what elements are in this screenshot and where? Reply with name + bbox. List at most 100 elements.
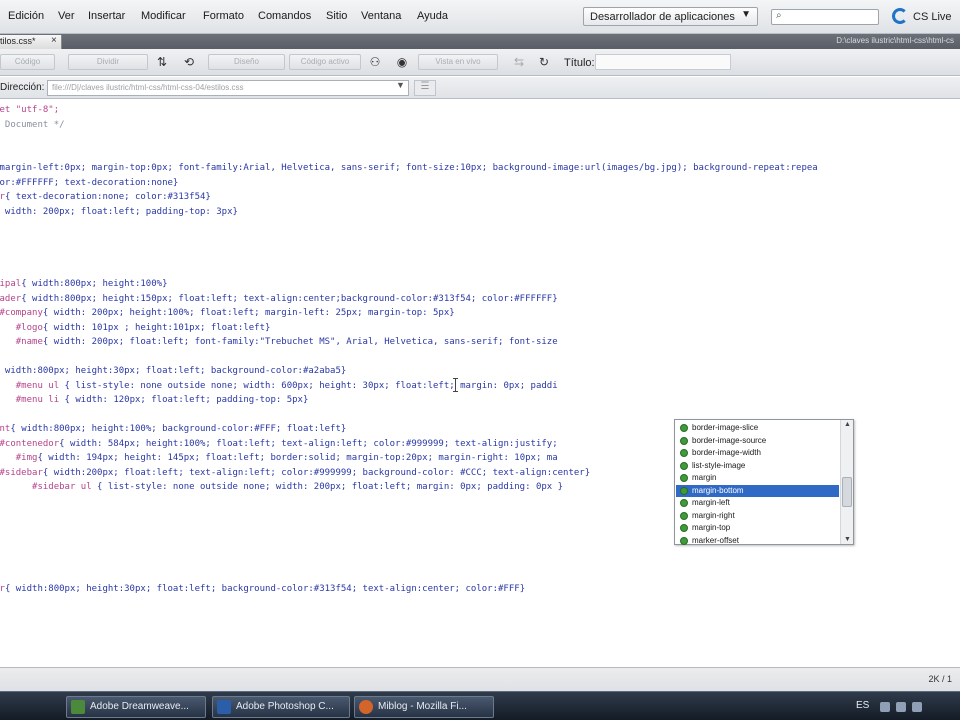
css-declarations: { width: 101px ; height:101px; float:lef… bbox=[42, 322, 271, 333]
css-property-icon bbox=[680, 461, 688, 470]
network-icon[interactable] bbox=[880, 702, 890, 712]
css-property-icon bbox=[680, 536, 688, 545]
css-declarations: { width:800px; height:30px; float:left; … bbox=[0, 366, 347, 376]
code-hint-label: border-image-source bbox=[692, 435, 767, 445]
address-options-button[interactable]: ☰ bbox=[414, 80, 436, 96]
code-hint-item[interactable]: margin-bottom bbox=[676, 484, 839, 497]
preview-icon[interactable]: ◉ bbox=[393, 54, 411, 70]
cs-live-button[interactable]: CS Live bbox=[892, 8, 952, 26]
code-hint-label: margin-bottom bbox=[692, 485, 744, 495]
browser-check-icon[interactable]: ⚇ bbox=[366, 54, 384, 70]
code-hint-item[interactable]: border-image-source bbox=[676, 435, 839, 447]
document-toolbar: Código Dividir ⇅ ⟲ Diseño Código activo … bbox=[0, 49, 960, 76]
css-declarations: { width: 120px; float:left; padding-top:… bbox=[64, 395, 309, 405]
code-line: #menu ul { list-style: none outside none… bbox=[0, 380, 558, 392]
taskbar-label: Miblog - Mozilla Fi... bbox=[378, 701, 467, 712]
code-hint-item[interactable]: margin bbox=[676, 472, 839, 484]
document-tab-bar: tilos.css* × D:\claves ilustric\html-css… bbox=[0, 34, 960, 49]
menu-formato[interactable]: Formato bbox=[203, 10, 244, 22]
code-hint-item[interactable]: marker-offset bbox=[676, 535, 839, 547]
menu-sitio[interactable]: Sitio bbox=[326, 10, 347, 22]
taskbar-firefox[interactable]: Miblog - Mozilla Fi... bbox=[354, 696, 494, 718]
code-line: #sidebar{ width:200px; float:left; text-… bbox=[0, 467, 590, 479]
css-selector: #sidebar ul bbox=[32, 482, 92, 492]
menu-edicion[interactable]: Edición bbox=[8, 10, 44, 22]
help-search-input[interactable]: ⌕ bbox=[771, 9, 879, 25]
code-line: #header{ width:800px; height:150px; floa… bbox=[0, 293, 558, 305]
inspect-button[interactable]: Código activo bbox=[289, 54, 361, 70]
css-property-icon bbox=[680, 486, 688, 495]
css-declarations: { width:800px; height:150px; float:left;… bbox=[21, 293, 558, 304]
code-line: /* CSS Document */ bbox=[4, 119, 65, 130]
menu-insertar[interactable]: Insertar bbox=[88, 10, 125, 22]
title-label: Título: bbox=[564, 57, 595, 69]
dreamweaver-icon bbox=[71, 700, 85, 714]
css-declarations: { width: 200px; height:100%; float:left;… bbox=[42, 308, 455, 318]
code-hint-item[interactable]: margin-left bbox=[676, 497, 839, 509]
firefox-icon bbox=[359, 700, 373, 714]
menu-comandos[interactable]: Comandos bbox=[258, 10, 311, 22]
code-hint-label: margin bbox=[692, 473, 717, 482]
code-line: #content{ width:800px; height:100%; back… bbox=[0, 423, 346, 435]
power-icon[interactable] bbox=[912, 702, 922, 712]
css-property-icon bbox=[680, 524, 688, 532]
scroll-up-icon[interactable]: ▲ bbox=[844, 421, 851, 428]
css-selector: #name bbox=[15, 337, 43, 347]
search-icon: ⌕ bbox=[776, 10, 782, 21]
code-hint-popup[interactable]: border-image-slice border-image-source bor… bbox=[674, 419, 854, 545]
code-editor[interactable]: @charset "utf-8"; /* CSS Document */ body{… bbox=[0, 100, 960, 667]
file-size-status: 2K / 1 bbox=[928, 674, 952, 684]
code-view-button[interactable]: Código bbox=[0, 54, 55, 70]
code-hint-scrollbar[interactable]: ▲ ▼ bbox=[840, 420, 853, 544]
menu-ver[interactable]: Ver bbox=[58, 10, 75, 22]
code-hint-item[interactable]: margin-right bbox=[676, 510, 839, 522]
code-hint-item[interactable]: border-image-slice bbox=[676, 422, 839, 434]
css-declarations: { width: 200px; float:left; font-family:… bbox=[42, 337, 558, 347]
code-hint-label: margin-right bbox=[692, 510, 735, 520]
menu-modificar[interactable]: Modificar bbox=[141, 10, 186, 22]
code-hint-item[interactable]: border-image-width bbox=[676, 447, 839, 459]
css-declarations: { width: 584px; height:100%; float:left;… bbox=[59, 438, 558, 449]
code-hint-item[interactable]: list-style-image bbox=[676, 460, 839, 472]
title-input[interactable] bbox=[595, 54, 731, 70]
code-navigator-icon[interactable]: ⇅ bbox=[153, 54, 171, 70]
scroll-thumb[interactable] bbox=[842, 477, 852, 507]
css-property-icon bbox=[680, 436, 688, 445]
document-tab[interactable]: tilos.css* × bbox=[0, 35, 62, 49]
live-code-icon[interactable]: ⟲ bbox=[180, 54, 198, 70]
workspace-switcher[interactable]: Desarrollador de aplicaciones ▼ bbox=[583, 7, 758, 26]
refresh-disabled-icon: ⇆ bbox=[513, 55, 525, 69]
code-hint-label: marker-offset bbox=[692, 535, 739, 545]
code-hint-item[interactable]: margin-top bbox=[676, 522, 839, 534]
split-view-button[interactable]: Dividir bbox=[68, 54, 148, 70]
status-bar: 2K / 1 bbox=[0, 667, 960, 691]
code-line: a{ color:#FFFFFF; text-decoration:none} bbox=[0, 177, 178, 189]
css-selector: #content bbox=[0, 424, 11, 434]
taskbar-label: Adobe Dreamweave... bbox=[90, 701, 189, 712]
css-declarations: { margin-left:0px; margin-top:0px; font-… bbox=[0, 163, 818, 173]
taskbar-photoshop[interactable]: Adobe Photoshop C... bbox=[212, 696, 350, 718]
css-property-icon bbox=[680, 499, 688, 507]
refresh-icon[interactable]: ↻ bbox=[535, 54, 553, 70]
live-view-button[interactable]: Diseño bbox=[208, 54, 285, 70]
css-selector: #menu ul bbox=[15, 380, 60, 391]
address-input[interactable]: file:///D|/claves ilustric/html-css/html… bbox=[47, 80, 409, 96]
workspace-label: Desarrollador de aplicaciones bbox=[590, 11, 735, 23]
css-declarations: { width:200px; float:left; text-align:le… bbox=[42, 467, 591, 478]
css-declarations: { width:800px; height:30px; float:left; … bbox=[4, 583, 526, 594]
document-path: D:\claves ilustric\html-css\html-cs bbox=[836, 36, 954, 45]
volume-icon[interactable] bbox=[896, 702, 906, 712]
taskbar-dreamweaver[interactable]: Adobe Dreamweave... bbox=[66, 696, 206, 718]
css-selector: #header bbox=[0, 293, 22, 304]
scroll-down-icon[interactable]: ▼ bbox=[844, 536, 851, 543]
menu-ayuda[interactable]: Ayuda bbox=[417, 10, 448, 22]
css-declarations: { list-style: none outside none; width: … bbox=[64, 380, 558, 391]
close-icon[interactable]: × bbox=[51, 35, 57, 46]
multiscreen-button[interactable]: Vista en vivo bbox=[418, 54, 498, 70]
menu-ventana[interactable]: Ventana bbox=[361, 10, 401, 22]
cs-live-label: CS Live bbox=[913, 11, 952, 23]
chevron-down-icon[interactable]: ▼ bbox=[396, 80, 405, 90]
language-indicator[interactable]: ES bbox=[856, 700, 869, 711]
code-line: #sidebar ul { list-style: none outside n… bbox=[0, 481, 563, 493]
code-line: #logo{ width: 101px ; height:101px; floa… bbox=[0, 322, 271, 334]
